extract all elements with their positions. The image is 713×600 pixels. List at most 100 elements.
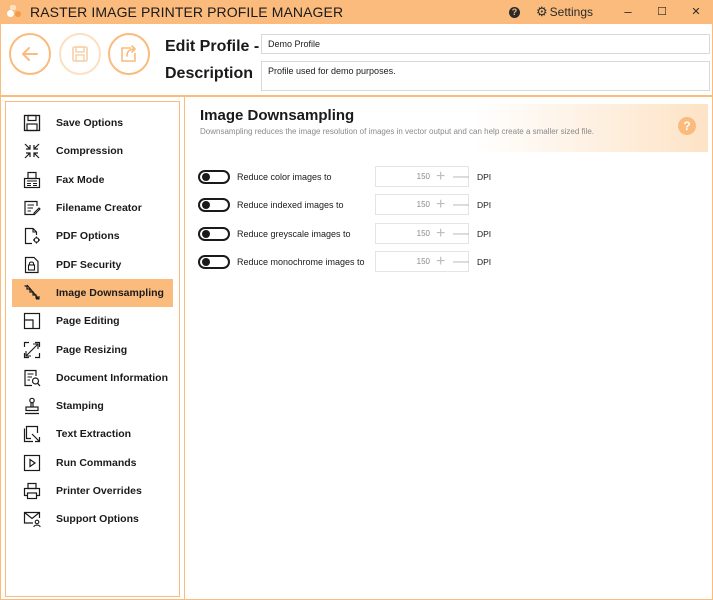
text-extraction-icon [22,424,42,444]
help-icon[interactable]: ? [678,117,696,135]
sidebar-item-text-extraction[interactable]: Text Extraction [12,420,173,448]
option-row-greyscale: Reduce greyscale images to 150 + — DPI [198,223,698,245]
plus-icon[interactable]: + [436,252,445,271]
option-label: Reduce greyscale images to [237,229,351,239]
unit-label: DPI [477,200,492,210]
profile-description-input[interactable]: Profile used for demo purposes. [261,61,710,91]
settings-button[interactable]: ⚙ Settings [536,4,593,20]
toggle-knob [202,230,210,238]
title-bar: RASTER IMAGE PRINTER PROFILE MANAGER ? ⚙… [0,0,713,24]
sidebar-item-label: Stamping [56,400,104,413]
plus-icon[interactable]: + [436,167,445,186]
description-label: Description [165,65,254,82]
plus-icon[interactable]: + [436,195,445,214]
monochrome-dpi-stepper[interactable]: 150 + — [375,251,469,272]
support-mail-icon [22,509,42,529]
monochrome-toggle-switch[interactable] [198,255,230,269]
downsample-icon [22,283,42,303]
sidebar-item-label: Save Options [56,117,124,130]
back-arrow-icon [22,47,38,61]
sidebar-item-fax-mode[interactable]: Fax Mode [12,166,173,194]
run-icon [22,453,42,473]
edit-profile-label: Edit Profile - [165,38,260,55]
greyscale-toggle-switch[interactable] [198,227,230,241]
sidebar-item-stamping[interactable]: Stamping [12,392,173,420]
minus-icon[interactable]: — [453,167,469,186]
sidebar-item-label: Text Extraction [56,428,132,441]
sidebar-item-label: Fax Mode [56,173,105,186]
indexed-toggle-switch[interactable] [198,198,230,212]
maximize-button[interactable]: ☐ [645,0,679,24]
stepper-value[interactable]: 150 [376,167,432,186]
sidebar-item-compression[interactable]: Compression [12,137,173,165]
compress-icon [22,141,42,161]
pdf-lock-icon [22,255,42,275]
sidebar-item-label: Run Commands [56,456,137,469]
sidebar-item-save-options[interactable]: Save Options [12,109,173,137]
save-icon [72,46,88,62]
app-logo-icon [5,2,27,22]
sidebar-item-run-commands[interactable]: Run Commands [12,449,173,477]
option-label: Reduce indexed images to [237,200,344,210]
option-row-monochrome: Reduce monochrome images to 150 + — DPI [198,251,698,273]
sidebar-item-label: Document Information [56,371,168,384]
sidebar-item-pdf-options[interactable]: PDF Options [12,222,173,250]
color-toggle-switch[interactable] [198,170,230,184]
panel-divider [184,97,185,599]
stamp-icon [22,396,42,416]
stepper-value[interactable]: 150 [376,224,432,243]
stepper-value[interactable]: 150 [376,195,432,214]
document-search-icon [22,368,42,388]
sidebar-item-label: Page Resizing [56,343,128,356]
export-icon [121,45,136,62]
sidebar-item-page-editing[interactable]: Page Editing [12,307,173,335]
content-panel: Image Downsampling Downsampling reduces … [186,98,710,598]
pdf-settings-icon [22,226,42,246]
sidebar-item-label: Printer Overrides [56,485,142,497]
sidebar: Save Options Compression Fax Mode Filena… [5,101,180,597]
option-row-color: Reduce color images to 150 + — DPI [198,166,698,188]
profile-header: Edit Profile - Description Demo Profile … [0,24,713,96]
greyscale-dpi-stepper[interactable]: 150 + — [375,223,469,244]
close-button[interactable]: ✕ [679,0,713,24]
sidebar-item-label: Support Options [56,513,139,526]
page-edit-icon [22,311,42,331]
color-dpi-stepper[interactable]: 150 + — [375,166,469,187]
section-title: Image Downsampling [200,107,355,124]
minus-icon[interactable]: — [453,195,469,214]
unit-label: DPI [477,172,492,182]
export-button[interactable] [108,33,150,75]
stepper-value[interactable]: 150 [376,252,432,271]
help-icon[interactable]: ? [508,6,520,18]
option-label: Reduce monochrome images to [237,257,365,267]
minimize-button[interactable]: – [611,0,645,24]
option-row-indexed: Reduce indexed images to 150 + — DPI [198,194,698,216]
toggle-knob [202,258,210,266]
minus-icon[interactable]: — [453,252,469,271]
sidebar-item-image-downsampling[interactable]: Image Downsampling [12,278,173,308]
sidebar-item-printer-overrides[interactable]: Printer Overrides [12,477,173,505]
printer-icon [22,481,42,501]
sidebar-item-page-resizing[interactable]: Page Resizing [12,335,173,363]
sidebar-item-label: PDF Security [56,258,122,271]
back-button[interactable] [9,33,51,75]
save-icon [22,113,42,133]
section-description: Downsampling reduces the image resolutio… [200,127,594,136]
plus-icon[interactable]: + [436,224,445,243]
fax-icon [22,170,42,190]
profile-name-input[interactable]: Demo Profile [261,34,710,54]
unit-label: DPI [477,257,492,267]
sidebar-item-filename-creator[interactable]: Filename Creator [12,194,173,222]
resize-icon [22,340,42,360]
section-header: Image Downsampling Downsampling reduces … [186,104,708,152]
gear-icon: ⚙ [535,4,548,19]
sidebar-item-pdf-security[interactable]: PDF Security [12,250,173,278]
minus-icon[interactable]: — [453,224,469,243]
option-label: Reduce color images to [237,172,332,182]
sidebar-item-support-options[interactable]: Support Options [12,505,173,533]
sidebar-item-document-information[interactable]: Document Information [12,364,173,392]
save-button[interactable] [59,33,101,75]
indexed-dpi-stepper[interactable]: 150 + — [375,194,469,215]
sidebar-item-label: Image Downsampling [56,286,164,299]
sidebar-item-label: Page Editing [56,315,120,328]
